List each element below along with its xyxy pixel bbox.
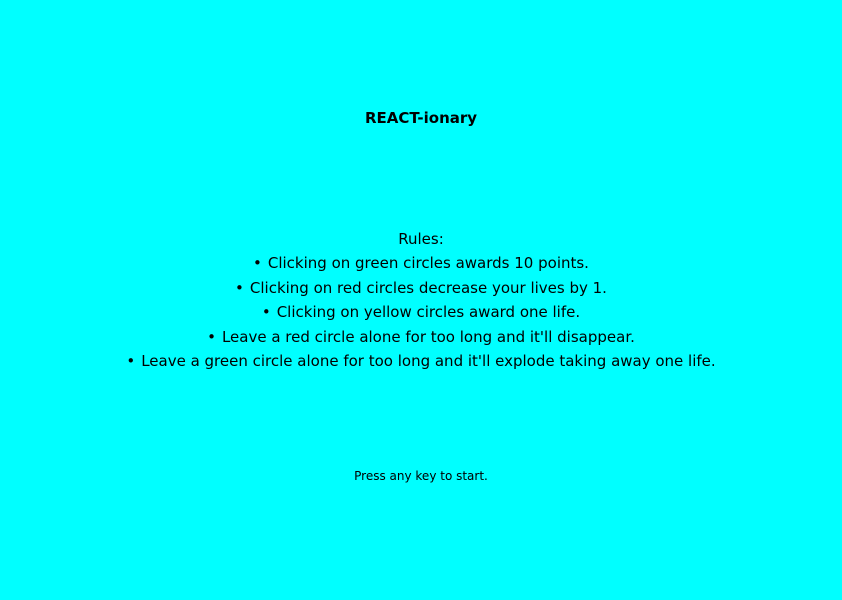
rule-item-yellow-life: • Clicking on yellow circles award one li…	[0, 300, 842, 324]
rule-text: Leave a green circle alone for too long …	[141, 352, 716, 371]
rule-item-red-lives: • Clicking on red circles decrease your l…	[0, 276, 842, 300]
rule-text: Leave a red circle alone for too long an…	[221, 327, 635, 346]
bullet-icon: •	[253, 254, 262, 273]
rules-section: Rules: • Clicking on green circles awards…	[0, 227, 842, 373]
rule-item-red-disappear: • Leave a red circle alone for too long a…	[0, 325, 842, 349]
game-title: REACT-ionary	[364, 109, 478, 127]
bullet-icon: •	[235, 278, 244, 297]
bullet-icon: •	[207, 327, 216, 346]
rule-text: Clicking on yellow circles award one lif…	[276, 303, 581, 322]
game-screen[interactable]: REACT-ionary Rules: • Clicking on green c…	[0, 0, 842, 600]
bullet-icon: •	[261, 303, 271, 322]
bullet-icon: •	[126, 352, 136, 371]
start-prompt: Press any key to start.	[354, 469, 488, 483]
rule-item-green-points: • Clicking on green circles awards 10 poi…	[0, 251, 842, 275]
rule-text: Clicking on green circles awards 10 poin…	[267, 254, 589, 273]
rule-item-green-explode: • Leave a green circle alone for too long…	[0, 349, 842, 373]
rule-text: Clicking on red circles decrease your li…	[249, 278, 607, 297]
rules-list: • Clicking on green circles awards 10 poi…	[0, 251, 842, 373]
rules-heading: Rules:	[398, 230, 444, 248]
